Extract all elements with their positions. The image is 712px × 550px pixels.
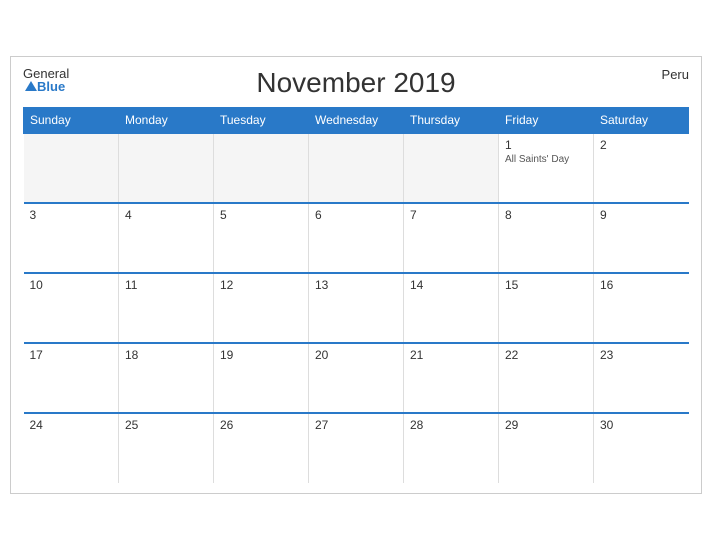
day-number: 12	[220, 278, 302, 292]
week-row-2: 10 11 12 13 14 15 16	[24, 273, 689, 343]
header-row: Sunday Monday Tuesday Wednesday Thursday…	[24, 108, 689, 134]
day-cell: 25	[119, 413, 214, 483]
day-cell: 13	[309, 273, 404, 343]
logo-blue-text: Blue	[37, 80, 65, 93]
week-row-3: 17 18 19 20 21 22 23	[24, 343, 689, 413]
day-number: 15	[505, 278, 587, 292]
day-number: 6	[315, 208, 397, 222]
day-number: 4	[125, 208, 207, 222]
day-number: 23	[600, 348, 683, 362]
day-cell: 29	[499, 413, 594, 483]
day-number: 30	[600, 418, 683, 432]
day-number: 29	[505, 418, 587, 432]
day-number: 10	[30, 278, 113, 292]
day-cell	[404, 133, 499, 203]
logo: General Blue	[23, 67, 69, 93]
col-friday: Friday	[499, 108, 594, 134]
day-cell: 17	[24, 343, 119, 413]
day-number: 25	[125, 418, 207, 432]
week-row-0: 1 All Saints' Day 2	[24, 133, 689, 203]
day-cell: 26	[214, 413, 309, 483]
day-cell: 10	[24, 273, 119, 343]
day-cell: 8	[499, 203, 594, 273]
day-cell: 27	[309, 413, 404, 483]
day-number: 2	[600, 138, 683, 152]
calendar-header: General Blue November 2019 Peru	[23, 67, 689, 99]
day-number: 19	[220, 348, 302, 362]
day-event: All Saints' Day	[505, 154, 587, 165]
day-cell	[119, 133, 214, 203]
day-cell: 1 All Saints' Day	[499, 133, 594, 203]
calendar-title: November 2019	[256, 67, 455, 99]
week-row-4: 24 25 26 27 28 29 30	[24, 413, 689, 483]
day-cell: 2	[594, 133, 689, 203]
day-cell: 3	[24, 203, 119, 273]
day-number: 11	[125, 278, 207, 292]
day-cell	[214, 133, 309, 203]
day-cell: 28	[404, 413, 499, 483]
day-cell: 21	[404, 343, 499, 413]
day-cell: 23	[594, 343, 689, 413]
day-cell: 12	[214, 273, 309, 343]
logo-triangle-icon	[25, 81, 37, 91]
day-number: 16	[600, 278, 683, 292]
col-wednesday: Wednesday	[309, 108, 404, 134]
day-cell: 16	[594, 273, 689, 343]
day-number: 17	[30, 348, 113, 362]
day-cell: 7	[404, 203, 499, 273]
day-number: 22	[505, 348, 587, 362]
day-cell: 9	[594, 203, 689, 273]
calendar-grid: Sunday Monday Tuesday Wednesday Thursday…	[23, 107, 689, 483]
day-number: 1	[505, 138, 587, 152]
day-cell: 30	[594, 413, 689, 483]
country-label: Peru	[662, 67, 689, 82]
col-thursday: Thursday	[404, 108, 499, 134]
day-cell: 19	[214, 343, 309, 413]
day-number: 8	[505, 208, 587, 222]
day-number: 18	[125, 348, 207, 362]
calendar-container: General Blue November 2019 Peru Sunday M…	[10, 56, 702, 494]
col-tuesday: Tuesday	[214, 108, 309, 134]
day-cell	[309, 133, 404, 203]
day-number: 20	[315, 348, 397, 362]
day-cell: 18	[119, 343, 214, 413]
day-number: 5	[220, 208, 302, 222]
day-number: 13	[315, 278, 397, 292]
day-cell: 24	[24, 413, 119, 483]
day-number: 9	[600, 208, 683, 222]
day-number: 14	[410, 278, 492, 292]
col-monday: Monday	[119, 108, 214, 134]
day-cell: 4	[119, 203, 214, 273]
day-number: 7	[410, 208, 492, 222]
day-number: 27	[315, 418, 397, 432]
week-row-1: 3456789	[24, 203, 689, 273]
day-cell	[24, 133, 119, 203]
day-number: 26	[220, 418, 302, 432]
day-cell: 22	[499, 343, 594, 413]
col-sunday: Sunday	[24, 108, 119, 134]
day-cell: 6	[309, 203, 404, 273]
day-cell: 5	[214, 203, 309, 273]
day-number: 21	[410, 348, 492, 362]
day-cell: 20	[309, 343, 404, 413]
day-number: 3	[30, 208, 113, 222]
day-cell: 14	[404, 273, 499, 343]
day-cell: 11	[119, 273, 214, 343]
day-number: 28	[410, 418, 492, 432]
col-saturday: Saturday	[594, 108, 689, 134]
day-number: 24	[30, 418, 113, 432]
day-cell: 15	[499, 273, 594, 343]
